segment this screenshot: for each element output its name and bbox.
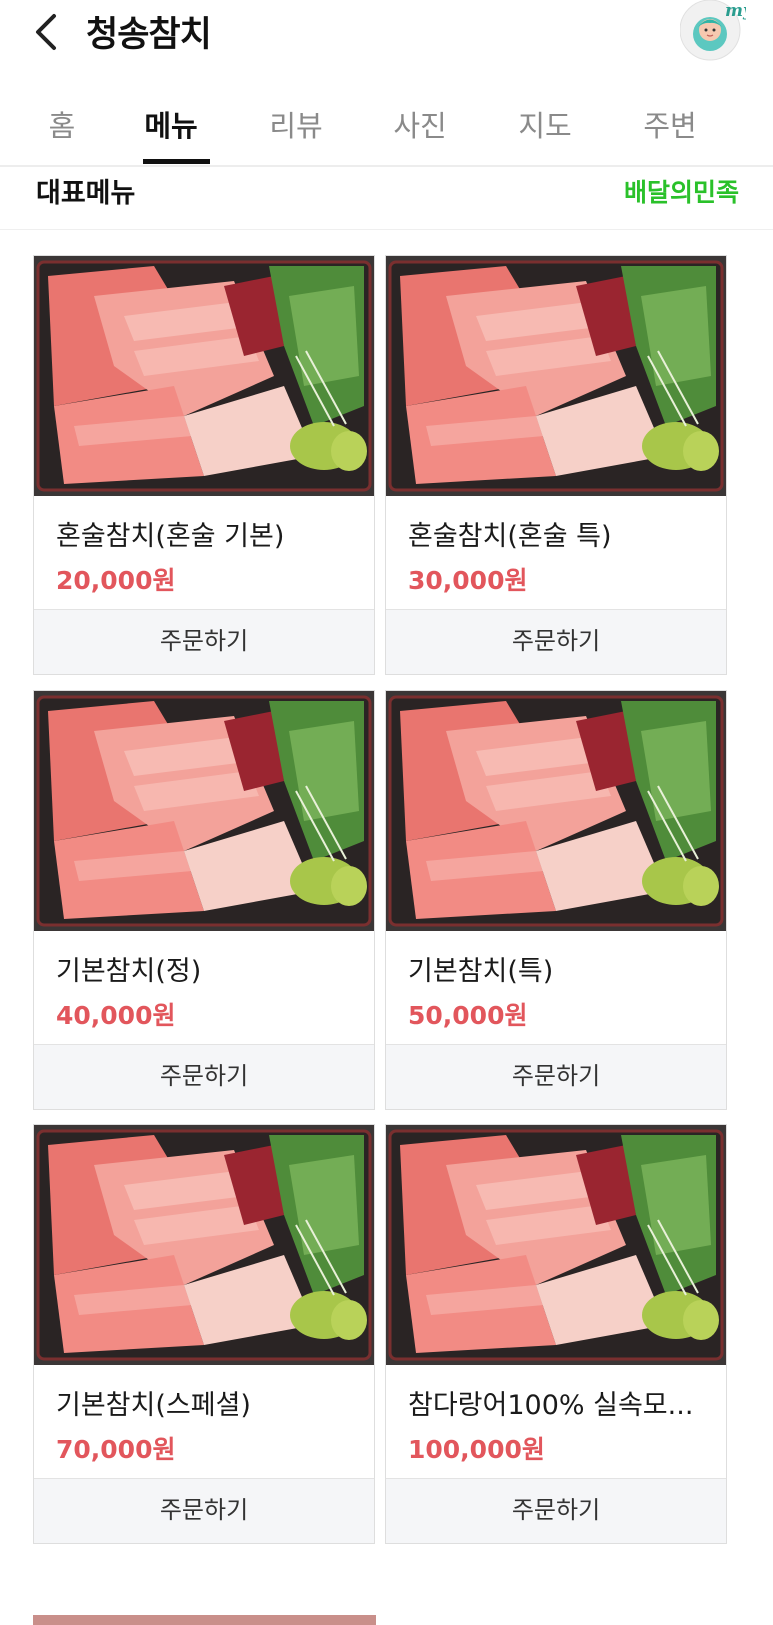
- tuna-sashimi-photo-icon: [386, 1125, 726, 1365]
- next-menu-card-partial: [33, 1615, 376, 1625]
- menu-item-price: 40,000원: [56, 1001, 176, 1030]
- tab-nearby[interactable]: 주변: [620, 103, 720, 145]
- menu-card[interactable]: 참다랑어100% 실속모... 100,000원 주문하기: [385, 1124, 727, 1544]
- baemin-link[interactable]: 배달의민족: [624, 173, 739, 209]
- section-header: 대표메뉴 배달의민족: [0, 167, 773, 230]
- order-button[interactable]: 주문하기: [386, 1478, 726, 1543]
- tuna-sashimi-photo-icon: [34, 1125, 374, 1365]
- order-button[interactable]: 주문하기: [386, 609, 726, 674]
- back-arrow-icon[interactable]: [30, 10, 66, 54]
- svg-text:my: my: [725, 1, 746, 21]
- tab-photos[interactable]: 사진: [370, 103, 470, 145]
- menu-item-name: 기본참치(정): [56, 956, 202, 987]
- menu-item-name: 혼술참치(혼술 특): [408, 521, 612, 552]
- active-tab-indicator: [143, 159, 210, 164]
- menu-card[interactable]: 기본참치(스페셜) 70,000원 주문하기: [33, 1124, 375, 1544]
- tab-home[interactable]: 홈: [12, 103, 112, 145]
- menu-item-price: 50,000원: [408, 1001, 528, 1030]
- section-title: 대표메뉴: [36, 178, 136, 209]
- order-button[interactable]: 주문하기: [386, 1044, 726, 1109]
- app-header: 청송참치 my: [0, 0, 773, 62]
- tuna-sashimi-photo-icon: [386, 256, 726, 496]
- menu-item-price: 20,000원: [56, 566, 176, 595]
- menu-card[interactable]: 기본참치(정) 40,000원 주문하기: [33, 690, 375, 1110]
- tab-reviews[interactable]: 리뷰: [246, 103, 346, 145]
- menu-item-price: 30,000원: [408, 566, 528, 595]
- tuna-sashimi-photo-icon: [34, 256, 374, 496]
- menu-item-price: 70,000원: [56, 1435, 176, 1464]
- tuna-sashimi-photo-icon: [386, 691, 726, 931]
- order-button[interactable]: 주문하기: [34, 1478, 374, 1543]
- menu-card[interactable]: 혼술참치(혼술 특) 30,000원 주문하기: [385, 255, 727, 675]
- menu-item-price: 100,000원: [408, 1435, 545, 1464]
- menu-item-name: 혼술참치(혼술 기본): [56, 521, 285, 552]
- my-profile-avatar-icon[interactable]: my: [679, 0, 754, 62]
- order-button[interactable]: 주문하기: [34, 1044, 374, 1109]
- order-button[interactable]: 주문하기: [34, 609, 374, 674]
- tab-menu[interactable]: 메뉴: [121, 103, 221, 145]
- menu-item-name: 기본참치(스페셜): [56, 1390, 251, 1421]
- menu-item-name: 참다랑어100% 실속모...: [408, 1390, 694, 1421]
- tab-map[interactable]: 지도: [495, 103, 595, 145]
- tuna-sashimi-photo-icon: [34, 691, 374, 931]
- menu-card[interactable]: 기본참치(특) 50,000원 주문하기: [385, 690, 727, 1110]
- tab-bar: 홈 메뉴 리뷰 사진 지도 주변: [0, 85, 773, 167]
- page-title: 청송참치: [86, 15, 212, 55]
- menu-item-name: 기본참치(특): [408, 956, 554, 987]
- menu-card[interactable]: 혼술참치(혼술 기본) 20,000원 주문하기: [33, 255, 375, 675]
